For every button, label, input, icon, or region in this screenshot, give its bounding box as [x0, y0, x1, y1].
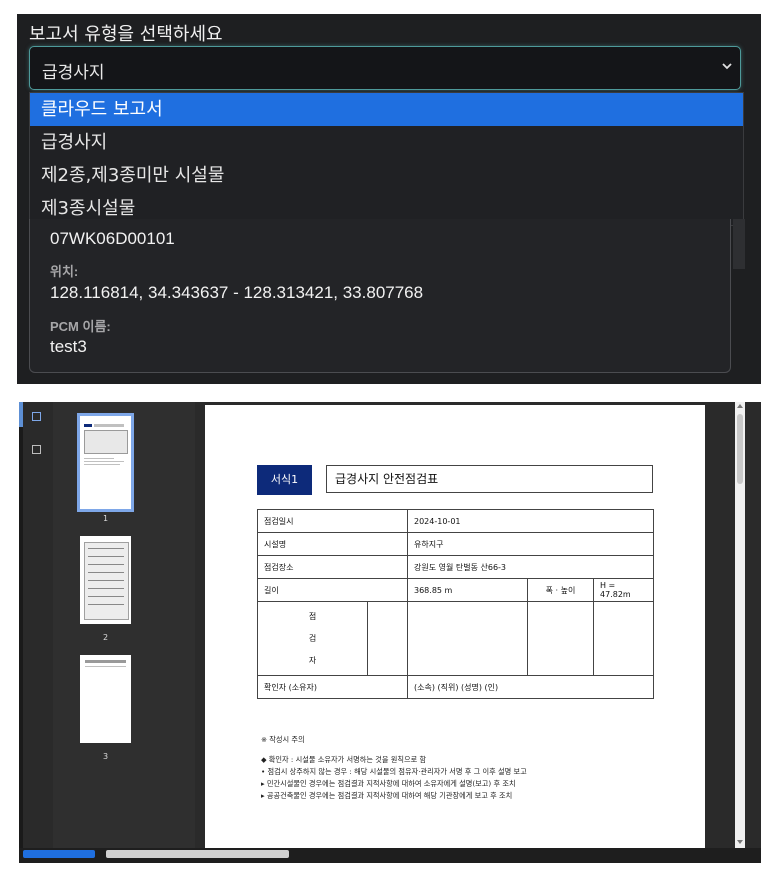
pcm-id-value: 07WK06D00101: [50, 229, 175, 248]
note-item: • 점검시 상주하지 않는 경우 : 해당 시설물의 점유자·관리자가 서명 후…: [261, 767, 527, 776]
pcm-name-value: test3: [50, 337, 87, 356]
table-row: 확인자 (소유자) (소속) (직위) (성명) (인): [257, 675, 654, 699]
sidebar-toolbar: [32, 412, 48, 478]
primary-action-button[interactable]: [23, 850, 95, 858]
table-row: 점검일시 2024-10-01: [257, 509, 654, 533]
outline-view-icon[interactable]: [32, 445, 41, 454]
page-number-2: 2: [102, 633, 109, 642]
notes-title: ※ 작성시 주의: [261, 735, 305, 744]
length-label: 길이: [257, 578, 408, 602]
option-cloud-report[interactable]: 클라우드 보고서: [30, 93, 743, 126]
table-row: 점검장소 강원도 영월 탄벌동 산66-3: [257, 555, 654, 579]
facility-name-value: 유하지구: [407, 532, 654, 556]
page-number-3: 3: [102, 752, 109, 761]
page-thumbnail-3[interactable]: [80, 655, 131, 743]
confirmer-value: (소속) (직위) (성명) (인): [407, 675, 654, 699]
table-row: 점 검 자: [257, 601, 654, 676]
table-row: 길이 368.85 m 폭 · 높이 H = 47.82m: [257, 578, 654, 602]
option-class2-class3-under[interactable]: 제2종,제3종미만 시설물: [30, 159, 743, 192]
note-item: ▸ 공공건축물인 경우에는 점검결과 지적사항에 대하여 해당 기관장에게 보고…: [261, 791, 513, 800]
inspector-char: 자: [308, 655, 317, 665]
inspect-date-label: 점검일시: [257, 509, 408, 533]
inspect-date-value: 2024-10-01: [407, 509, 654, 533]
inspector-cell: [527, 601, 594, 676]
inspector-char: 검: [308, 633, 317, 643]
form-number-badge: 서식1: [257, 465, 312, 495]
thumbnail-panel: 1 2 3: [53, 402, 195, 863]
facility-name-label: 시설명: [257, 532, 408, 556]
pcm-name-label: PCM 이름:: [50, 319, 111, 334]
inspection-table: 점검일시 2024-10-01 시설명 유하지구 점검장소 강원도 영월 탄벌동…: [257, 509, 654, 699]
thumbnail-view-icon[interactable]: [32, 412, 41, 421]
chevron-down-icon: [722, 63, 732, 70]
inspector-char: 점: [308, 611, 317, 621]
page-number-1: 1: [102, 514, 109, 523]
page-thumbnail-1[interactable]: [77, 413, 134, 512]
option-steep-slope[interactable]: 급경사지: [30, 126, 743, 159]
note-item: ▸ 민간시설물인 경우에는 점검결과 지적사항에 대하여 소유자에게 설명(보고…: [261, 779, 516, 788]
scroll-down-icon[interactable]: [737, 840, 743, 844]
table-row: 시설명 유하지구: [257, 532, 654, 556]
secondary-action-button[interactable]: [106, 850, 289, 858]
height-value: H = 47.82m: [593, 578, 654, 602]
pdf-viewer: 1 2 3 서식1 급경사지 안전점검표 점검일시 2024-10-01 시설명…: [19, 402, 761, 863]
report-type-dropdown: 클라우드 보고서 급경사지 제2종,제3종미만 시설물 제3종시설물: [29, 92, 744, 226]
form-title: 급경사지 안전점검표: [326, 465, 653, 493]
scrollbar-thumb[interactable]: [737, 414, 743, 484]
report-type-heading: 보고서 유형을 선택하세요: [29, 24, 223, 45]
inspector-label: 점 검 자: [257, 601, 368, 676]
inspector-cell: [593, 601, 654, 676]
inspector-cell: [367, 601, 408, 676]
inspect-place-label: 점검장소: [257, 555, 408, 579]
pcm-detail-card: 07WK06D00101 위치: 128.116814, 34.343637 -…: [29, 219, 731, 373]
confirmer-label: 확인자 (소유자): [257, 675, 408, 699]
width-height-label: 폭 · 높이: [527, 578, 594, 602]
document-scrollbar[interactable]: [735, 402, 745, 863]
location-label: 위치:: [50, 264, 79, 279]
page-thumbnail-2[interactable]: [80, 536, 131, 624]
length-value: 368.85 m: [407, 578, 528, 602]
inspect-place-value: 강원도 영월 탄벌동 산66-3: [407, 555, 654, 579]
note-item: ◆ 확인자 : 시설물 소유자가 서명하는 것을 원칙으로 함: [261, 755, 427, 764]
report-type-select[interactable]: 급경사지: [29, 46, 741, 90]
report-type-selected-value: 급경사지: [42, 63, 105, 83]
scroll-up-icon[interactable]: [737, 404, 743, 408]
card-scrollbar[interactable]: [733, 219, 745, 269]
left-rail-accent: [19, 402, 23, 427]
left-rail: [19, 402, 23, 863]
location-value: 128.116814, 34.343637 - 128.313421, 33.8…: [50, 283, 424, 302]
document-page: 서식1 급경사지 안전점검표 점검일시 2024-10-01 시설명 유하지구 …: [205, 405, 705, 853]
inspector-cell: [407, 601, 528, 676]
report-type-panel: 보고서 유형을 선택하세요 급경사지 클라우드 보고서 급경사지 제2종,제3종…: [17, 14, 761, 384]
